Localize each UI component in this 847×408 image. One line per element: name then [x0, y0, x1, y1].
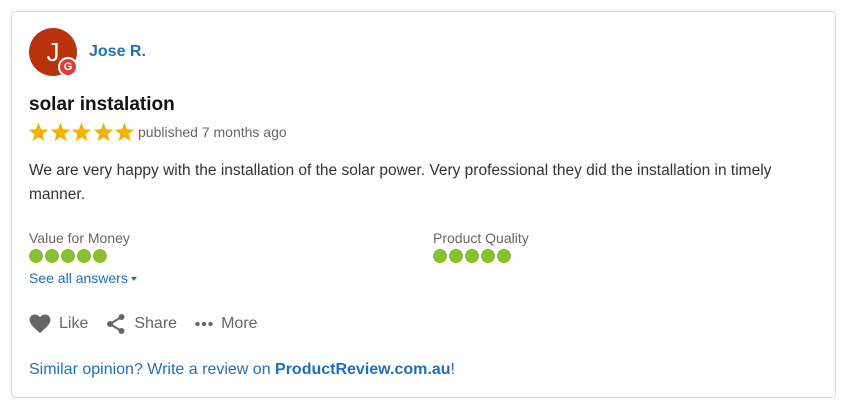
ellipsis-icon	[195, 321, 213, 327]
share-button[interactable]: Share	[106, 313, 177, 335]
more-label: More	[221, 315, 258, 332]
rating-dot	[433, 249, 447, 263]
author-name[interactable]: Jose R.	[89, 43, 146, 61]
rating-dot	[93, 249, 107, 263]
like-button[interactable]: Like	[29, 314, 88, 334]
see-all-answers-link[interactable]: See all answers	[29, 270, 137, 286]
rating-label-value-for-money: Value for Money	[29, 230, 130, 246]
like-label: Like	[59, 315, 89, 332]
see-all-label: See all answers	[29, 270, 128, 286]
star-rating	[28, 120, 136, 144]
heart-icon	[29, 314, 51, 334]
share-label: Share	[134, 315, 178, 332]
review-body: We are very happy with the installation …	[29, 162, 772, 203]
rating-dots-value-for-money	[29, 249, 109, 263]
rating-dots-product-quality	[433, 249, 513, 263]
more-button[interactable]: More	[195, 315, 258, 333]
rating-dot	[61, 249, 75, 263]
share-icon	[107, 314, 125, 334]
rating-dot	[465, 249, 479, 263]
rating-dot	[77, 249, 91, 263]
footer-cta: Similar opinion? Write a review on Produ…	[29, 361, 455, 379]
star-icon	[71, 122, 92, 142]
productreview-link[interactable]: ProductReview.com.au	[275, 361, 450, 378]
caret-down-icon	[130, 277, 137, 282]
rating-label-product-quality: Product Quality	[433, 230, 529, 246]
footer-suffix: !	[450, 361, 455, 378]
rating-dot	[45, 249, 59, 263]
google-icon: G	[58, 57, 78, 77]
action-bar: Like Share More	[29, 313, 276, 335]
star-icon	[28, 122, 49, 142]
published-date: published 7 months ago	[138, 124, 287, 140]
review-card: J G Jose R. solar instalation published …	[11, 11, 836, 398]
rating-dot	[449, 249, 463, 263]
footer-prefix: Similar opinion? Write a review on	[29, 361, 276, 378]
rating-dot	[481, 249, 495, 263]
rating-dot	[497, 249, 511, 263]
review-title: solar instalation	[29, 94, 175, 115]
star-icon	[114, 122, 135, 142]
star-icon	[50, 122, 70, 142]
rating-dot	[29, 249, 43, 263]
star-icon	[93, 122, 113, 142]
